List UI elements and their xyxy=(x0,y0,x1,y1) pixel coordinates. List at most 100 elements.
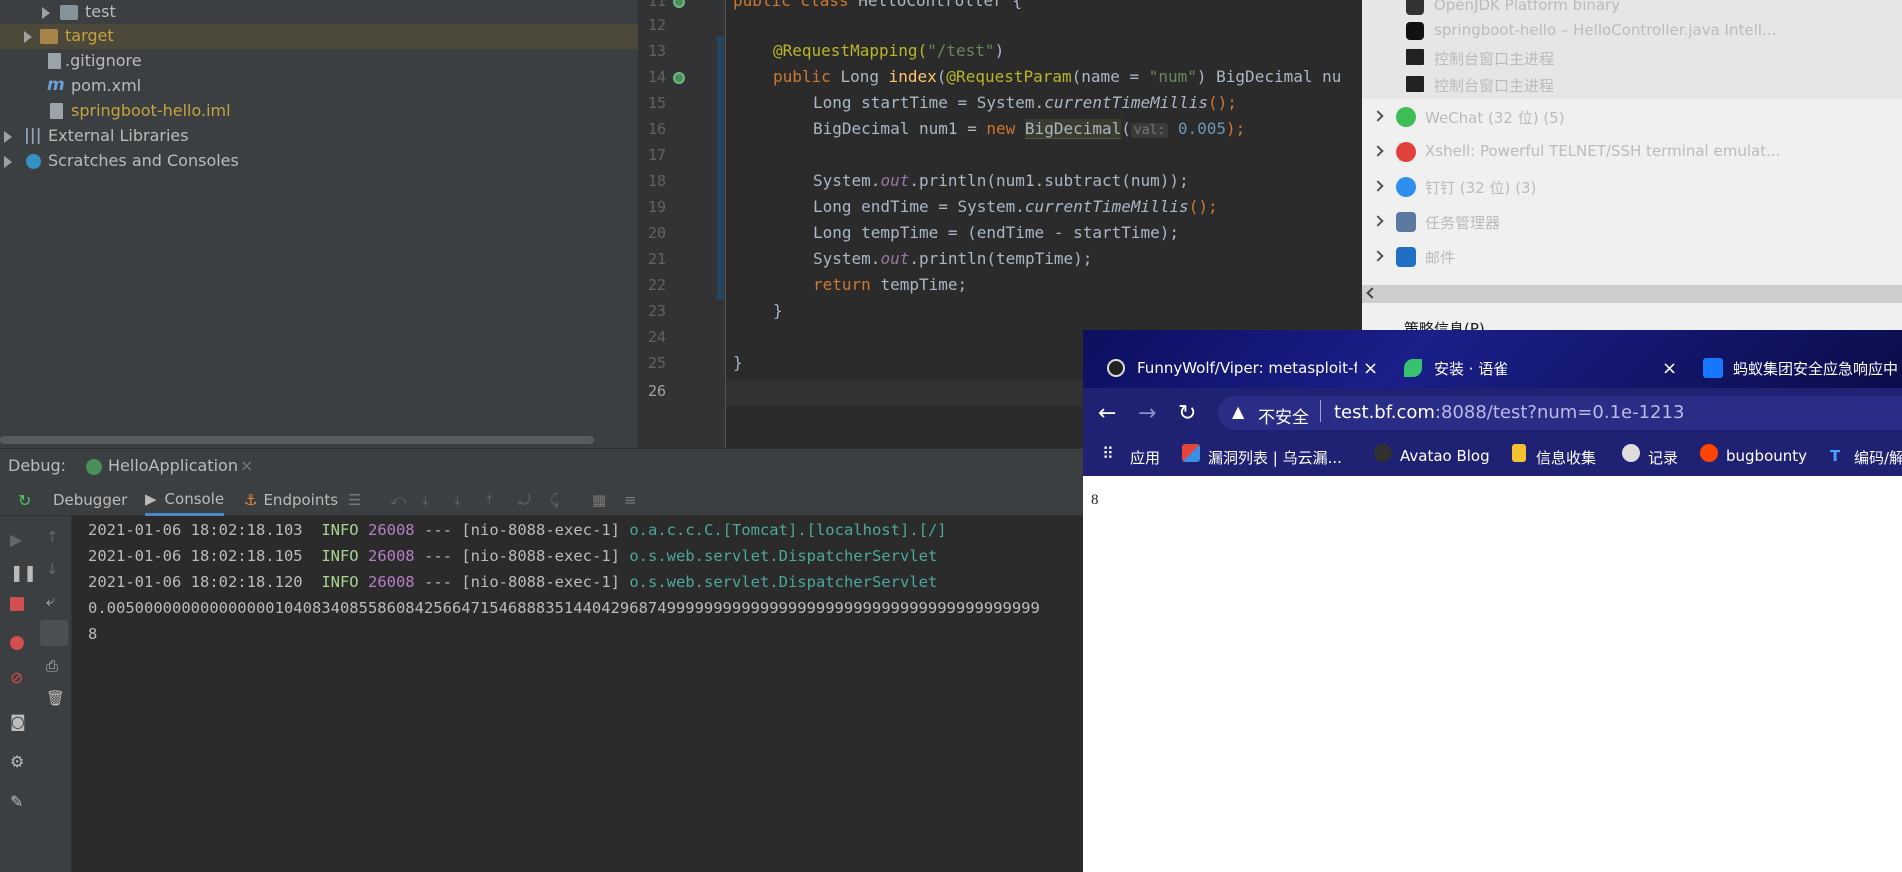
changed-lines-marker xyxy=(717,36,724,300)
expand-arrow-icon[interactable] xyxy=(4,156,12,168)
chevron-right-icon[interactable] xyxy=(1372,215,1384,227)
browser-tab-yuque[interactable]: 安装 · 语雀 xyxy=(1404,350,1644,386)
tab-console[interactable]: ▶ Console xyxy=(145,484,225,516)
expand-arrow-icon[interactable] xyxy=(4,131,12,143)
close-icon[interactable]: × xyxy=(1662,358,1677,379)
dingtalk-icon xyxy=(1396,177,1416,197)
tree-item-gitignore[interactable]: .gitignore xyxy=(0,49,638,74)
intellij-icon xyxy=(1406,22,1424,40)
github-icon xyxy=(1107,359,1125,377)
apps-grid-icon[interactable]: ⠿ xyxy=(1102,444,1120,463)
down-arrow-icon[interactable]: ↓ xyxy=(46,560,59,578)
spring-request-mapping-icon[interactable] xyxy=(673,72,685,84)
chevron-right-icon[interactable] xyxy=(1372,110,1384,122)
module-file-icon xyxy=(50,103,63,119)
code-token: System. xyxy=(813,171,881,190)
debug-config-tab[interactable]: HelloApplication xyxy=(108,456,238,475)
trash-icon[interactable]: 🗑 xyxy=(46,689,65,707)
expand-arrow-icon[interactable] xyxy=(24,31,32,43)
popup-subitem[interactable]: springboot-hello – HelloController.java … xyxy=(1362,17,1902,45)
stop-icon[interactable] xyxy=(10,597,24,611)
popup-subitem[interactable]: 控制台窗口主进程 xyxy=(1362,44,1902,72)
step-over-icon[interactable]: ⤓ xyxy=(422,491,429,509)
view-breakpoints-icon[interactable] xyxy=(10,636,24,650)
chevron-right-icon[interactable] xyxy=(1372,145,1384,157)
code-token: BigDecimal num1 = xyxy=(813,119,987,138)
bookmark-apps[interactable]: 应用 xyxy=(1130,447,1160,468)
step-out-icon[interactable]: ⤒ xyxy=(486,491,493,509)
run-to-cursor-icon[interactable]: ⤹ xyxy=(550,491,559,509)
code-token: new xyxy=(986,119,1025,138)
warning-icon[interactable]: ▲ xyxy=(1232,402,1244,421)
up-arrow-icon[interactable]: ↑ xyxy=(46,528,59,546)
popup-group-dingtalk[interactable]: 钉钉 (32 位) (3) xyxy=(1362,169,1902,204)
yuque-icon xyxy=(1404,359,1422,377)
log-logger: o.s.web.servlet.DispatcherServlet xyxy=(629,547,938,565)
bookmark-bugbounty[interactable]: bugbounty xyxy=(1726,447,1807,465)
console-log-line: 2021-01-06 18:02:18.105 INFO 26008 --- [… xyxy=(88,547,937,565)
popup-horizontal-scrollbar[interactable] xyxy=(1362,285,1902,303)
security-status[interactable]: 不安全 xyxy=(1258,403,1309,428)
bookmark-info-collect[interactable]: 信息收集 xyxy=(1536,447,1596,468)
browser-tab-viper[interactable]: FunnyWolf/Viper: metasploit-f xyxy=(1107,350,1382,386)
code-token: } xyxy=(733,353,743,372)
close-icon[interactable]: × xyxy=(240,456,253,475)
tree-item-test[interactable]: test xyxy=(0,0,638,25)
drop-frame-icon[interactable]: ⤾ xyxy=(518,491,531,509)
settings-icon[interactable]: ⚙ xyxy=(10,752,24,771)
close-icon[interactable]: × xyxy=(1363,358,1378,379)
pin-icon[interactable]: ✎ xyxy=(10,792,23,811)
show-execution-point-icon[interactable]: ⤺ xyxy=(390,491,406,509)
tree-item-scratches[interactable]: Scratches and Consoles xyxy=(0,149,638,174)
browser-tab-title: 安装 · 语雀 xyxy=(1434,359,1509,378)
print-icon[interactable]: ⎙ xyxy=(46,657,58,675)
scroll-to-end-icon[interactable] xyxy=(40,620,68,646)
bookmark-avatao[interactable]: Avatao Blog xyxy=(1400,447,1490,465)
bookmark-wooyun[interactable]: 漏洞列表 | 乌云漏... xyxy=(1208,447,1342,468)
code-token: currentTimeMillis xyxy=(1024,197,1189,216)
console-output[interactable] xyxy=(72,516,1083,872)
code-line-23: } xyxy=(773,301,783,320)
camera-icon[interactable]: ◙ xyxy=(10,712,26,731)
trace-icon[interactable]: ≡ xyxy=(624,491,637,509)
project-horizontal-scrollbar[interactable] xyxy=(0,436,594,444)
resume-icon[interactable]: ▶ xyxy=(10,530,22,549)
popup-group-task-manager[interactable]: 任务管理器 xyxy=(1362,204,1902,239)
reload-icon[interactable]: ↻ xyxy=(1178,401,1196,426)
code-line-11: public class HelloController { xyxy=(733,0,1022,10)
chevron-right-icon[interactable] xyxy=(1372,180,1384,192)
log-pid: 26008 xyxy=(367,547,415,565)
avatao-icon xyxy=(1374,444,1392,462)
scroll-left-icon[interactable] xyxy=(1366,287,1378,299)
step-into-icon[interactable]: ⤓ xyxy=(454,491,461,509)
forward-arrow-icon[interactable]: → xyxy=(1138,401,1156,426)
bookmark-notes[interactable]: 记录 xyxy=(1648,447,1678,468)
popup-subitem[interactable]: 控制台窗口主进程 xyxy=(1362,71,1902,99)
tree-item-pom[interactable]: m pom.xml xyxy=(0,74,638,99)
tree-item-iml[interactable]: springboot-hello.iml xyxy=(0,99,638,124)
soft-wrap-icon[interactable]: ⤶ xyxy=(46,592,54,610)
code-token: ( xyxy=(936,67,947,86)
expand-arrow-icon[interactable] xyxy=(42,7,50,19)
chevron-right-icon[interactable] xyxy=(1372,250,1384,262)
browser-tab-antgroup[interactable]: 蚂蚁集团安全应急响应中 xyxy=(1703,350,1902,386)
menu-icon[interactable]: ☰ xyxy=(348,491,361,509)
tab-debugger[interactable]: Debugger xyxy=(53,484,127,516)
rerun-icon[interactable]: ↻ xyxy=(18,491,31,510)
line-number: 23 xyxy=(648,302,667,320)
bookmark-encoding[interactable]: 编码/解 xyxy=(1854,447,1902,468)
code-token: Long startTime = System. xyxy=(813,93,1045,112)
popup-group-mail[interactable]: 邮件 xyxy=(1362,239,1902,274)
tree-item-external-libraries[interactable]: ||| External Libraries xyxy=(0,124,638,149)
url-text[interactable]: test.bf.com:8088/test?num=0.1e-1213 xyxy=(1334,402,1684,423)
back-arrow-icon[interactable]: ← xyxy=(1098,401,1116,426)
mute-breakpoints-icon[interactable]: ⊘ xyxy=(10,668,23,687)
evaluate-expression-icon[interactable]: ▦ xyxy=(592,491,606,509)
tree-item-target[interactable]: target xyxy=(0,24,638,49)
popup-group-xshell[interactable]: Xshell: Powerful TELNET/SSH terminal emu… xyxy=(1362,134,1902,169)
popup-subitem-label: OpenJDK Platform binary xyxy=(1434,0,1621,14)
popup-group-wechat[interactable]: WeChat (32 位) (5) xyxy=(1362,99,1902,134)
pause-icon[interactable]: ❚❚ xyxy=(10,563,37,582)
console-output-line: 0.00500000000000000010408340855860842566… xyxy=(88,599,1040,617)
tab-endpoints[interactable]: ⚓ Endpoints xyxy=(244,484,338,516)
